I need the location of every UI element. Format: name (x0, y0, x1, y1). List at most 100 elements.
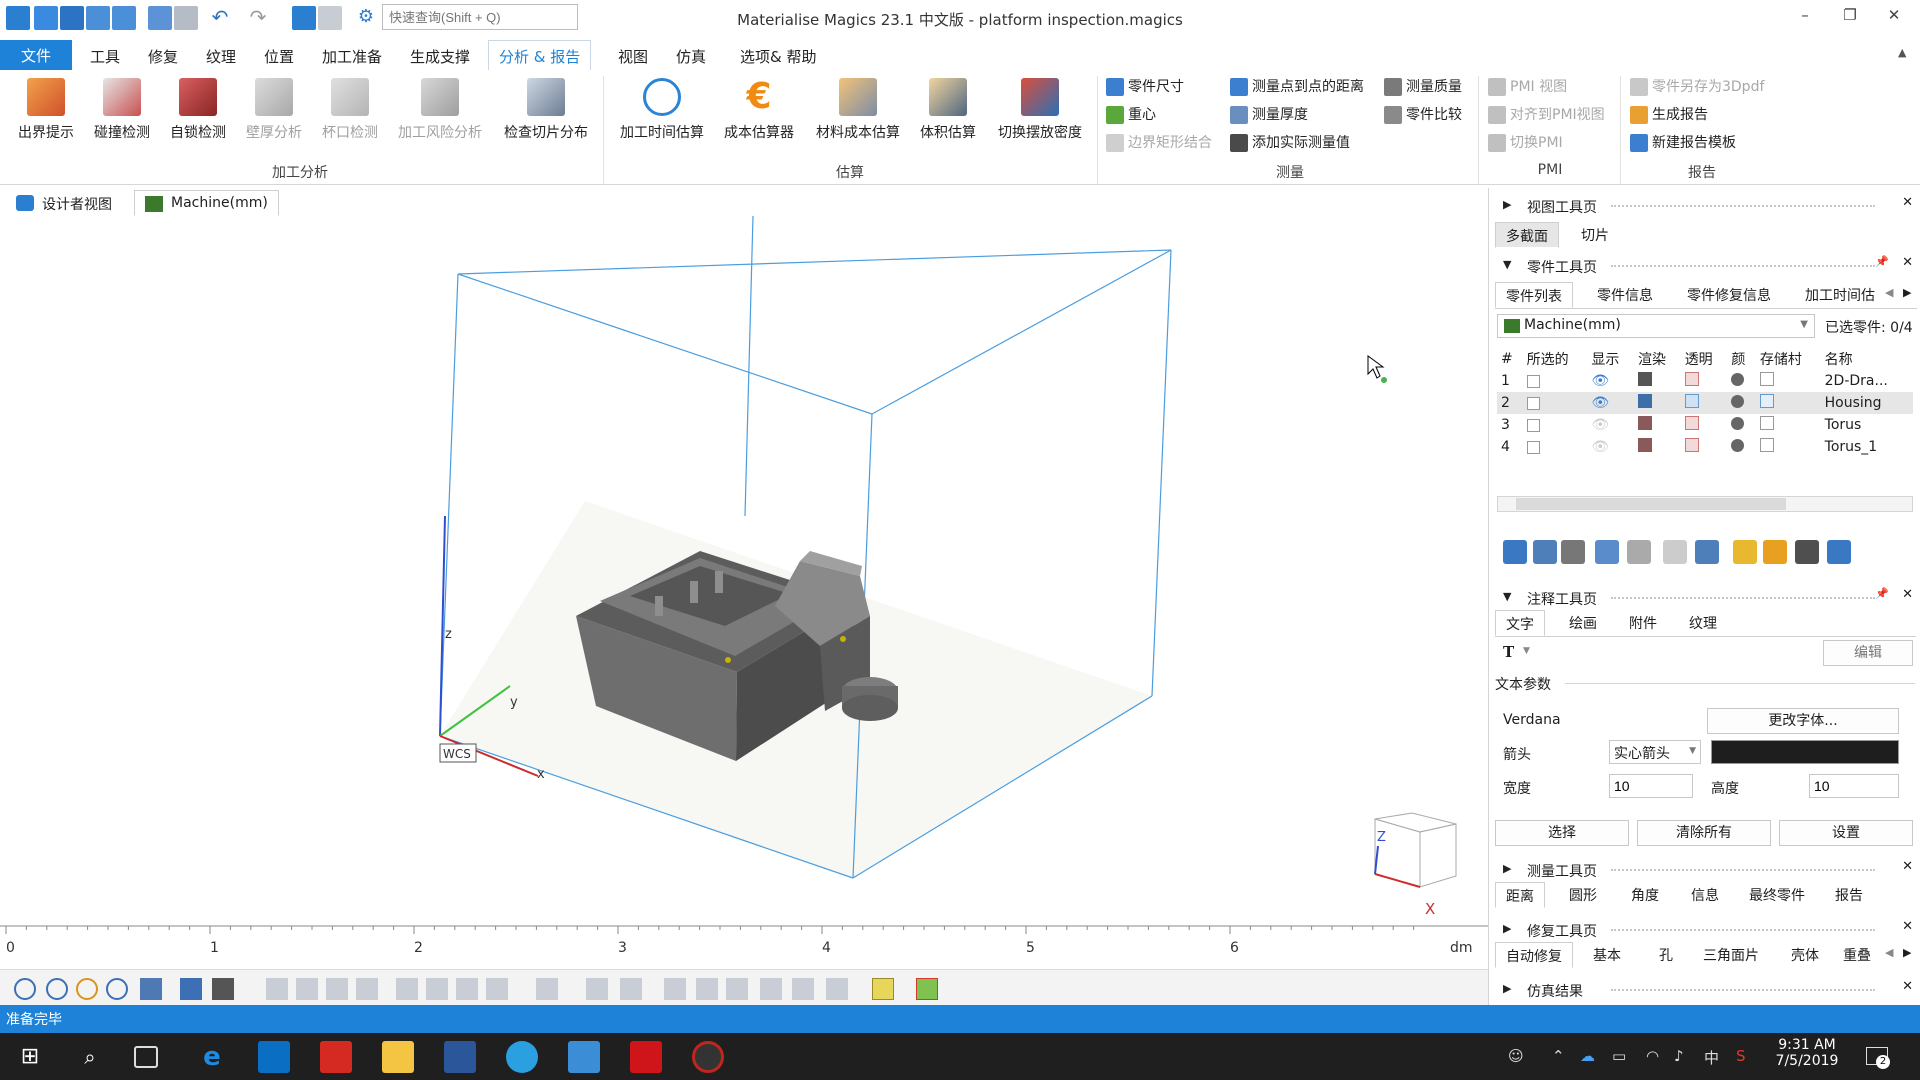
part-compare-button[interactable]: 零件比较 (1382, 104, 1462, 126)
center-of-gravity-button[interactable]: 重心 (1104, 104, 1156, 126)
horizontal-scrollbar[interactable] (1497, 496, 1913, 512)
hidden-eye-icon[interactable]: 👁 (1587, 436, 1634, 458)
build-time-button[interactable]: 加工时间估算 (612, 74, 712, 142)
tab-final-part[interactable]: 最终零件 (1739, 882, 1815, 908)
youdao-icon[interactable] (320, 1041, 352, 1073)
acrobat-icon[interactable] (630, 1041, 662, 1073)
repair-tools-header[interactable]: ▶ 修复工具页 ✕ (1489, 918, 1920, 942)
collapse-ribbon-icon[interactable]: ▲ (1898, 46, 1906, 59)
color-icon[interactable] (1731, 394, 1745, 408)
text-tool-icon[interactable]: T (1503, 643, 1514, 661)
menu-file[interactable]: 文件 (0, 40, 72, 70)
select-checkbox[interactable] (1526, 374, 1540, 388)
close-icon[interactable]: ✕ (1902, 859, 1913, 874)
file-explorer-icon[interactable] (382, 1041, 414, 1073)
shadow-icon[interactable] (356, 978, 378, 1000)
measure-quality-button[interactable]: 测量质量 (1382, 76, 1462, 98)
transparency-icon[interactable] (1684, 438, 1699, 452)
table-row[interactable]: 1 👁 2D-Dra... (1497, 370, 1913, 392)
new-file-icon[interactable] (34, 6, 58, 30)
close-icon[interactable]: ✕ (1902, 979, 1913, 994)
wall-thickness-button[interactable]: 壁厚分析 (238, 74, 310, 142)
storage-icon[interactable] (1759, 416, 1774, 430)
merge-icon[interactable] (1595, 540, 1619, 564)
cost-calculator-button[interactable]: € 成本估算器 (716, 74, 802, 142)
list-icon[interactable] (1827, 540, 1851, 564)
split-icon[interactable] (1627, 540, 1651, 564)
magics-taskbar-icon[interactable] (568, 1041, 600, 1073)
transparency-icon[interactable] (1684, 372, 1699, 386)
close-icon[interactable]: ✕ (1902, 195, 1913, 210)
tab-circle[interactable]: 圆形 (1559, 882, 1607, 908)
color-icon[interactable] (1731, 438, 1745, 452)
bounding-icon[interactable] (1663, 540, 1687, 564)
select-checkbox[interactable] (1526, 418, 1540, 432)
mark-triangle-icon[interactable] (872, 978, 894, 1000)
render-icon[interactable] (1638, 372, 1653, 386)
storage-icon[interactable] (1759, 372, 1774, 386)
close-icon[interactable]: ✕ (1882, 6, 1906, 30)
outlook-icon[interactable] (258, 1041, 290, 1073)
volume-icon[interactable]: ♪ (1674, 1047, 1684, 1065)
clip-icon[interactable] (296, 978, 318, 1000)
grow-select-icon[interactable] (792, 978, 814, 1000)
onedrive-icon[interactable]: ☁ (1580, 1047, 1595, 1065)
collision-detect-button[interactable]: 碰撞检测 (86, 74, 158, 142)
generate-report-button[interactable]: 生成报告 (1628, 104, 1708, 126)
search-icon[interactable]: ⌕ (74, 1041, 106, 1073)
select-button[interactable]: 选择 (1495, 820, 1629, 846)
pmi-view-button[interactable]: PMI 视图 (1486, 76, 1567, 98)
menu-tools[interactable]: 工具 (80, 43, 130, 69)
tab-auto-repair[interactable]: 自动修复 (1495, 942, 1573, 968)
volume-estimate-button[interactable]: 体积估算 (912, 74, 984, 142)
link-icon[interactable] (426, 978, 448, 1000)
save-part-icon[interactable] (174, 6, 198, 30)
close-icon[interactable]: ✕ (1902, 587, 1913, 602)
menu-options-help[interactable]: 选项& 帮助 (730, 43, 826, 69)
menu-position[interactable]: 位置 (254, 43, 304, 69)
shell-select-icon[interactable] (664, 978, 686, 1000)
view-tools-header[interactable]: ▶ 视图工具页 ✕ (1489, 194, 1920, 218)
shaded-view-icon[interactable] (212, 978, 234, 1000)
select-checkbox[interactable] (1526, 396, 1540, 410)
undo-icon[interactable]: ↶ (208, 6, 232, 30)
add-actual-measure-button[interactable]: 添加实际测量值 (1228, 132, 1350, 154)
select-part-icon[interactable] (1533, 540, 1557, 564)
quick-search-input[interactable] (382, 4, 578, 30)
transparency-icon[interactable] (1684, 416, 1699, 430)
zoom-selection-icon[interactable] (106, 978, 128, 1000)
tab-slice[interactable]: 切片 (1571, 222, 1619, 248)
measure-thickness-button[interactable]: 测量厚度 (1228, 104, 1308, 126)
snapshot-icon[interactable] (486, 978, 508, 1000)
menu-build-prep[interactable]: 加工准备 (312, 43, 392, 69)
expand-icon[interactable]: ▶ (1503, 922, 1511, 935)
surface-select-icon[interactable] (620, 978, 642, 1000)
tab-angle[interactable]: 角度 (1621, 882, 1669, 908)
minimize-icon[interactable]: – (1793, 6, 1817, 30)
measure-icon[interactable] (456, 978, 478, 1000)
pencil-icon[interactable] (1763, 540, 1787, 564)
table-row[interactable]: 3 👁 Torus (1497, 414, 1913, 436)
light-icon[interactable] (396, 978, 418, 1000)
expand-icon[interactable]: ▶ (1503, 862, 1511, 875)
iso-view-icon[interactable] (140, 978, 162, 1000)
visible-eye-icon[interactable]: 👁 (1587, 392, 1635, 414)
tab-part-list[interactable]: 零件列表 (1495, 282, 1573, 308)
3d-viewport[interactable]: z y x WCS Z X 0 1 2 3 4 5 6 dm (0, 216, 1488, 969)
slice-distribution-button[interactable]: 检查切片分布 (496, 74, 596, 142)
invert-select-icon[interactable] (826, 978, 848, 1000)
arrow-style-select[interactable]: 实心箭头 ▼ (1609, 740, 1701, 764)
view-mode-icon[interactable] (292, 6, 316, 30)
tab-info[interactable]: 信息 (1681, 882, 1729, 908)
toggle-density-button[interactable]: 切换摆放密度 (990, 74, 1090, 142)
redo-icon[interactable]: ↷ (246, 6, 270, 30)
clock[interactable]: 9:31 AM 7/5/2019 (1772, 1037, 1842, 1069)
app-logo-icon[interactable] (6, 6, 30, 30)
tab-draw[interactable]: 绘画 (1559, 610, 1607, 636)
skype-icon[interactable] (506, 1041, 538, 1073)
lasso-select-icon[interactable] (760, 978, 782, 1000)
menu-view[interactable]: 视图 (608, 43, 658, 69)
transparency-icon[interactable] (1684, 394, 1699, 408)
part-tools-header[interactable]: ▼ 零件工具页 📌 ✕ (1489, 254, 1920, 278)
machine-select[interactable]: Machine(mm) ▼ (1497, 314, 1815, 338)
